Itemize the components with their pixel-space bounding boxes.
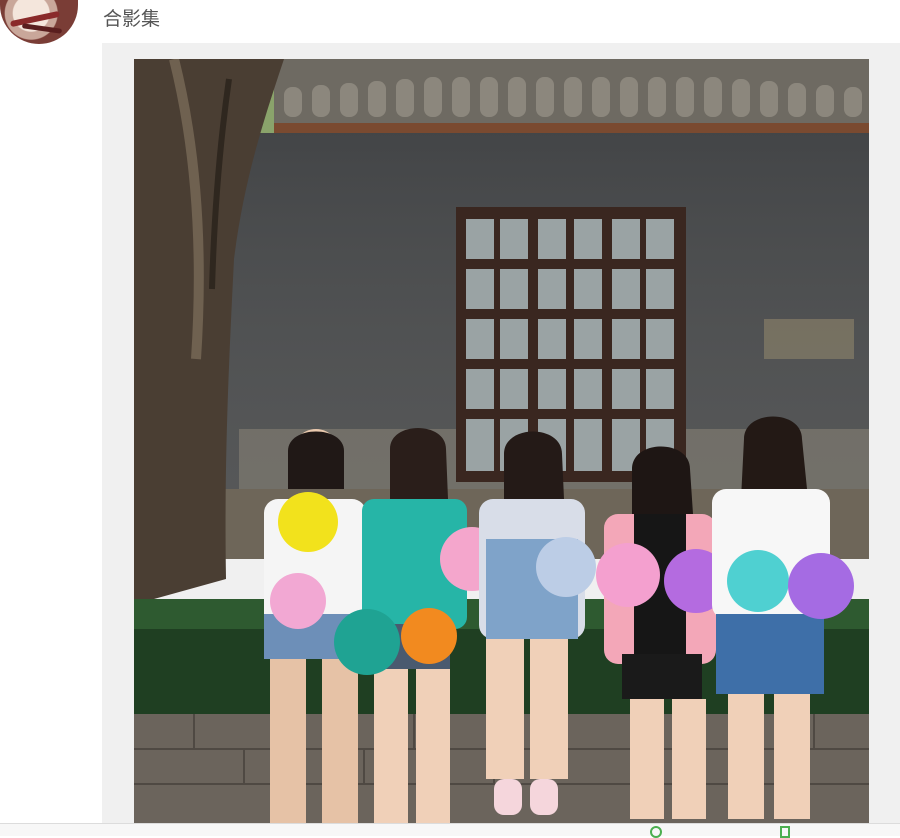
- bottom-action[interactable]: [780, 826, 790, 838]
- author-name[interactable]: 合影集: [103, 4, 160, 31]
- avatar-decoration: [21, 23, 63, 34]
- avatar[interactable]: [0, 0, 78, 44]
- post-photo[interactable]: [134, 59, 869, 823]
- circle-icon: [650, 826, 662, 838]
- bottom-action[interactable]: [650, 826, 662, 838]
- bottom-bar: [0, 823, 900, 838]
- square-icon: [780, 826, 790, 838]
